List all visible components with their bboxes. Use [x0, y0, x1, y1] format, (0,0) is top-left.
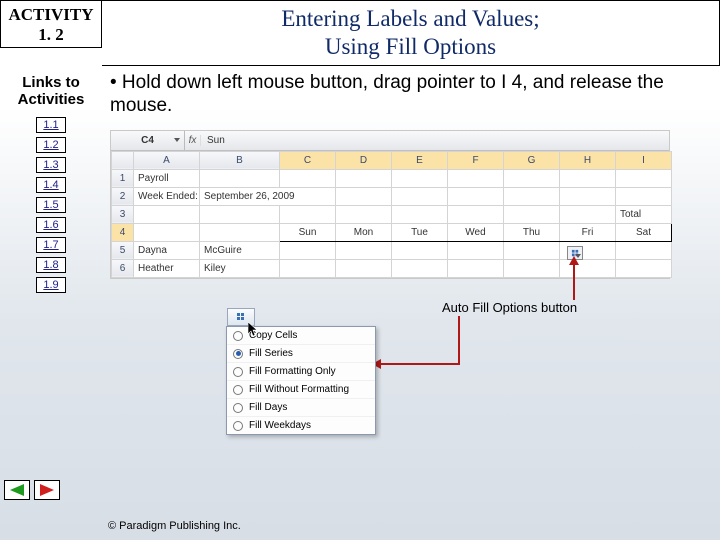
link-1-5[interactable]: 1.5 — [36, 197, 66, 213]
cell-A6[interactable]: Heather — [134, 259, 200, 277]
menu-fill-weekdays[interactable]: Fill Weekdays — [227, 416, 375, 434]
content: • Hold down left mouse button, drag poin… — [102, 66, 720, 297]
link-1-3[interactable]: 1.3 — [36, 157, 66, 173]
link-1-6[interactable]: 1.6 — [36, 217, 66, 233]
rowhdr-3[interactable]: 3 — [112, 205, 134, 223]
cell-B6[interactable]: Kiley — [200, 259, 280, 277]
activity-number: 1. 2 — [1, 25, 101, 45]
menu-copy-cells[interactable]: Copy Cells — [227, 327, 375, 344]
menu-fill-formatting-only[interactable]: Fill Formatting Only — [227, 362, 375, 380]
rowhdr-1[interactable]: 1 — [112, 169, 134, 187]
cell-H4[interactable]: Fri — [560, 223, 616, 241]
row-3: 3 Total — [112, 205, 672, 223]
radio-icon — [233, 421, 243, 431]
rowhdr-5[interactable]: 5 — [112, 241, 134, 259]
name-bar: C4 fx Sun — [111, 131, 669, 151]
menu-fill-without-formatting[interactable]: Fill Without Formatting — [227, 380, 375, 398]
rowhdr-2[interactable]: 2 — [112, 187, 134, 205]
activity-label: ACTIVITY — [1, 5, 101, 25]
radio-icon — [233, 331, 243, 341]
cell-B5[interactable]: McGuire — [200, 241, 280, 259]
col-header-row: A B C D E F G H I — [112, 151, 672, 169]
arrow-to-menu-v — [458, 316, 460, 365]
link-1-4[interactable]: 1.4 — [36, 177, 66, 193]
col-E[interactable]: E — [392, 151, 448, 169]
col-F[interactable]: F — [448, 151, 504, 169]
link-1-1[interactable]: 1.1 — [36, 117, 66, 133]
title-line2: Using Fill Options — [102, 33, 719, 61]
link-1-9[interactable]: 1.9 — [36, 277, 66, 293]
cell-A1[interactable]: Payroll — [134, 169, 200, 187]
cell-G4[interactable]: Thu — [504, 223, 560, 241]
col-G[interactable]: G — [504, 151, 560, 169]
fx-icon[interactable]: fx — [185, 135, 201, 146]
menu-label: Fill Formatting Only — [249, 366, 336, 377]
body: Links to Activities 1.1 1.2 1.3 1.4 1.5 … — [0, 66, 720, 297]
col-H[interactable]: H — [560, 151, 616, 169]
slide: ACTIVITY 1. 2 Entering Labels and Values… — [0, 0, 720, 540]
link-1-2[interactable]: 1.2 — [36, 137, 66, 153]
rowhdr-6[interactable]: 6 — [112, 259, 134, 277]
cell-I3[interactable]: Total — [616, 205, 672, 223]
col-D[interactable]: D — [336, 151, 392, 169]
cell-D4[interactable]: Mon — [336, 223, 392, 241]
row-6: 6 Heather Kiley — [112, 259, 672, 277]
menu-label: Fill Days — [249, 402, 287, 413]
row-5: 5 Dayna McGuire — [112, 241, 672, 259]
autofill-menu-tag-icon[interactable] — [227, 308, 255, 326]
col-A[interactable]: A — [134, 151, 200, 169]
row-1: 1 Payroll — [112, 169, 672, 187]
row-2: 2 Week Ended: September 26, 2009 — [112, 187, 672, 205]
title-line1: Entering Labels and Values; — [102, 5, 719, 33]
prev-slide-button[interactable] — [4, 480, 30, 500]
instruction-bullet: • Hold down left mouse button, drag poin… — [110, 72, 706, 118]
radio-icon — [233, 385, 243, 395]
sidebar-heading: Links to Activities — [4, 74, 98, 109]
sidebar: Links to Activities 1.1 1.2 1.3 1.4 1.5 … — [0, 66, 102, 297]
next-slide-button[interactable] — [34, 480, 60, 500]
corner-cell[interactable] — [112, 151, 134, 169]
cell-A2[interactable]: Week Ended: — [134, 187, 200, 205]
link-1-7[interactable]: 1.7 — [36, 237, 66, 253]
radio-icon — [233, 367, 243, 377]
arrow-to-menu — [380, 363, 460, 365]
cell-C4[interactable]: Sun — [280, 223, 336, 241]
cell-B1[interactable] — [200, 169, 280, 187]
autofill-menu: Copy Cells Fill Series Fill Formatting O… — [226, 326, 376, 435]
spreadsheet: A B C D E F G H I 1 Payroll — [111, 151, 672, 278]
rowhdr-4[interactable]: 4 — [112, 223, 134, 241]
cell-B2[interactable]: September 26, 2009 — [200, 187, 336, 205]
excel-screenshot: C4 fx Sun A B C D — [110, 130, 670, 279]
cell-E4[interactable]: Tue — [392, 223, 448, 241]
menu-fill-days[interactable]: Fill Days — [227, 398, 375, 416]
autofill-label: Auto Fill Options button — [442, 300, 577, 315]
link-1-8[interactable]: 1.8 — [36, 257, 66, 273]
activity-chip: ACTIVITY 1. 2 — [0, 0, 102, 48]
col-C[interactable]: C — [280, 151, 336, 169]
slide-title: Entering Labels and Values; Using Fill O… — [102, 0, 720, 66]
radio-icon — [233, 403, 243, 413]
row-4: 4 Sun Mon Tue Wed Thu Fri Sat — [112, 223, 672, 241]
name-box[interactable]: C4 — [111, 131, 185, 150]
col-B[interactable]: B — [200, 151, 280, 169]
col-I[interactable]: I — [616, 151, 672, 169]
header: ACTIVITY 1. 2 Entering Labels and Values… — [0, 0, 720, 66]
radio-icon — [233, 349, 243, 359]
formula-bar[interactable]: Sun — [201, 135, 225, 146]
cell-I4[interactable]: Sat — [616, 223, 672, 241]
arrow-to-tag-head — [569, 256, 579, 265]
menu-label: Fill Weekdays — [249, 420, 311, 431]
menu-label: Copy Cells — [249, 330, 297, 341]
menu-label: Fill Without Formatting — [249, 384, 349, 395]
menu-label: Fill Series — [249, 348, 293, 359]
arrow-to-tag — [573, 264, 575, 300]
cell-A5[interactable]: Dayna — [134, 241, 200, 259]
slide-nav — [4, 480, 60, 500]
copyright: © Paradigm Publishing Inc. — [108, 520, 241, 532]
menu-fill-series[interactable]: Fill Series — [227, 344, 375, 362]
cell-F4[interactable]: Wed — [448, 223, 504, 241]
